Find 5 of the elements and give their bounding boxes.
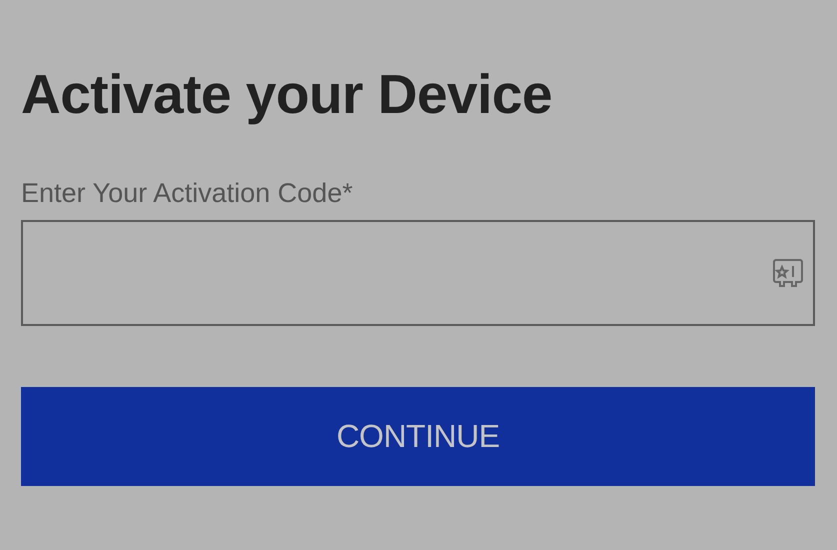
page-heading: Activate your Device [21, 62, 552, 127]
continue-button[interactable]: CONTINUE [21, 387, 815, 486]
activation-code-field[interactable] [21, 220, 815, 326]
password-key-icon [772, 258, 804, 288]
field-label: Enter Your Activation Code* [21, 177, 353, 210]
